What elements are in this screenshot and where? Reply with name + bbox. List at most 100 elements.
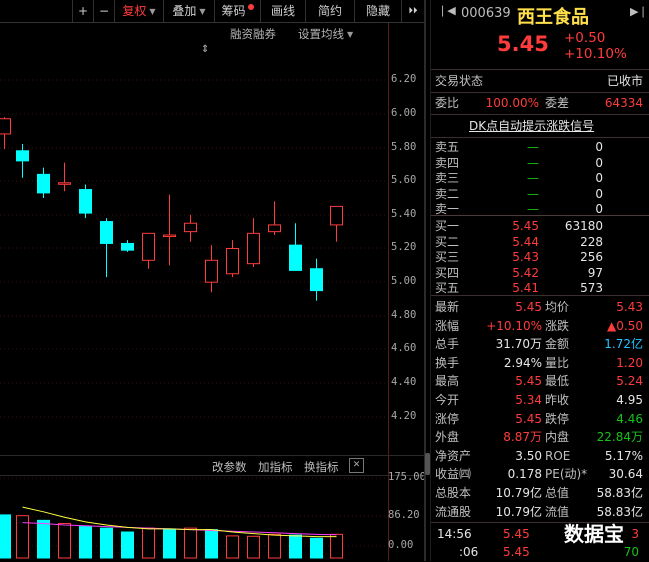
order-book-row: 卖四 — 0: [431, 155, 649, 171]
candle-body: [16, 150, 29, 162]
stat-value: 4.46: [616, 411, 643, 426]
stat-label: 外盘: [435, 430, 460, 445]
stat-value: 3.50: [515, 448, 542, 463]
stat-label: 内盘: [545, 430, 570, 445]
candle-body: [0, 118, 11, 135]
candlestick-chart[interactable]: [0, 0, 424, 561]
volume-bar: [205, 529, 218, 559]
tick-price: 5.45: [503, 527, 530, 541]
trade-status-label: 交易状态: [435, 74, 484, 88]
order-level-label: 买一: [435, 219, 460, 233]
price-tick-label: 4.60: [391, 342, 417, 354]
panel-divider[interactable]: [424, 0, 426, 561]
candle-body: [310, 268, 323, 292]
candle-body: [163, 234, 176, 238]
volume-bar: [58, 522, 71, 559]
add-indicator-link[interactable]: 加指标: [258, 459, 293, 475]
price-tick-label: 5.80: [391, 141, 417, 153]
tick-volume: 3: [631, 527, 639, 541]
watermark: 数据宝: [564, 522, 624, 546]
close-icon[interactable]: ✕: [349, 458, 364, 473]
wc-value: 64334: [604, 96, 643, 110]
stat-label: 流通股: [435, 504, 472, 519]
edit-params-link[interactable]: 改参数: [212, 459, 247, 475]
stat-label: 最高: [435, 374, 460, 389]
order-price: —: [527, 186, 539, 201]
order-price: —: [527, 171, 539, 185]
price-tick-label: 6.00: [391, 107, 417, 119]
collapse-handle-icon[interactable]: [425, 453, 430, 475]
switch-indicator-link[interactable]: 换指标: [304, 459, 339, 475]
stat-value: ▲0.50: [607, 318, 643, 333]
stat-row: 收益㈣ 0.178 PE(动)* 30.64: [431, 465, 649, 484]
order-level-label: 买四: [435, 265, 460, 280]
price-tick-label: 5.60: [391, 174, 417, 186]
volume-bar: [330, 533, 343, 559]
stat-value: 10.79亿: [495, 486, 542, 500]
volume-bar: [247, 535, 260, 559]
stat-label: 涨停: [435, 411, 460, 426]
order-level-label: 买五: [435, 281, 460, 295]
stat-row: 最新 5.45 均价 5.43: [431, 298, 649, 317]
stat-label: ROE: [545, 448, 571, 463]
divider: [431, 295, 649, 296]
stat-label: 最低: [545, 374, 570, 389]
stat-value: 5.45: [515, 300, 542, 314]
tick-time: 14:56: [437, 527, 472, 541]
stat-label: 今开: [435, 393, 460, 407]
order-volume: 0: [595, 155, 603, 170]
stat-row: 涨幅 +10.10% 涨跌 ▲0.50: [431, 317, 649, 336]
stat-value: 1.72亿: [604, 337, 643, 352]
price-change-pct: +10.10%: [564, 46, 627, 62]
order-price: 5.42: [512, 265, 539, 280]
order-ratio-row: 委比 100.00% 委差 64334: [431, 94, 649, 113]
volume-bar: [226, 535, 239, 559]
stat-row: 总股本 10.79亿 总值 58.83亿: [431, 484, 649, 503]
stat-value: 58.83亿: [596, 486, 643, 500]
candle-body: [226, 248, 239, 275]
volume-bar: [0, 514, 11, 559]
volume-bar: [268, 533, 281, 559]
stat-value: 5.34: [515, 393, 542, 407]
volume-bar: [79, 526, 92, 559]
prev-arrow-icon[interactable]: ❘◀: [438, 4, 456, 17]
order-price: 5.43: [512, 250, 539, 264]
volume-bar: [37, 519, 50, 559]
candle-body: [100, 221, 113, 244]
price-tick-label: 4.20: [391, 410, 417, 422]
order-price: 5.45: [512, 219, 539, 233]
stat-row: 今开 5.34 昨收 4.95: [431, 391, 649, 410]
candle-body: [247, 232, 260, 265]
order-volume: 63180: [564, 219, 603, 233]
order-volume: 573: [580, 281, 603, 295]
volume-bar: [310, 537, 323, 559]
order-price: 5.44: [512, 234, 539, 249]
stat-label: 收益㈣: [435, 467, 472, 482]
order-book-row: 卖三 — 0: [431, 170, 649, 186]
volume-tick-label: 175.00: [388, 471, 426, 483]
candle-body: [142, 232, 155, 261]
signal-link[interactable]: DK点自动提示涨跌信号: [469, 117, 594, 134]
volume-bar: [16, 515, 29, 559]
candle-body: [205, 259, 218, 283]
stat-value: 5.43: [616, 300, 643, 314]
candle-body: [268, 224, 281, 233]
next-arrow-icon[interactable]: ▶❘: [630, 5, 648, 18]
stat-value: 31.70万: [495, 337, 542, 352]
order-level-label: 卖二: [435, 186, 460, 201]
stock-name: 西王食品: [517, 7, 589, 28]
tick-time: :06: [459, 545, 479, 559]
trade-status-value: 已收市: [606, 74, 643, 88]
candle-body: [330, 205, 343, 226]
stat-value: +10.10%: [486, 318, 542, 333]
stat-value: 22.84万: [596, 430, 643, 445]
stat-label: 均价: [545, 300, 570, 314]
order-level-label: 买二: [435, 234, 460, 249]
order-volume: 228: [580, 234, 603, 249]
stat-label: PE(动)*: [545, 467, 588, 482]
stat-label: 最新: [435, 300, 460, 314]
divider: [431, 215, 649, 216]
order-book-row: 买二 5.44 228: [431, 234, 649, 250]
stat-row: 外盘 8.87万 内盘 22.84万: [431, 428, 649, 447]
volume-bar: [289, 534, 302, 559]
